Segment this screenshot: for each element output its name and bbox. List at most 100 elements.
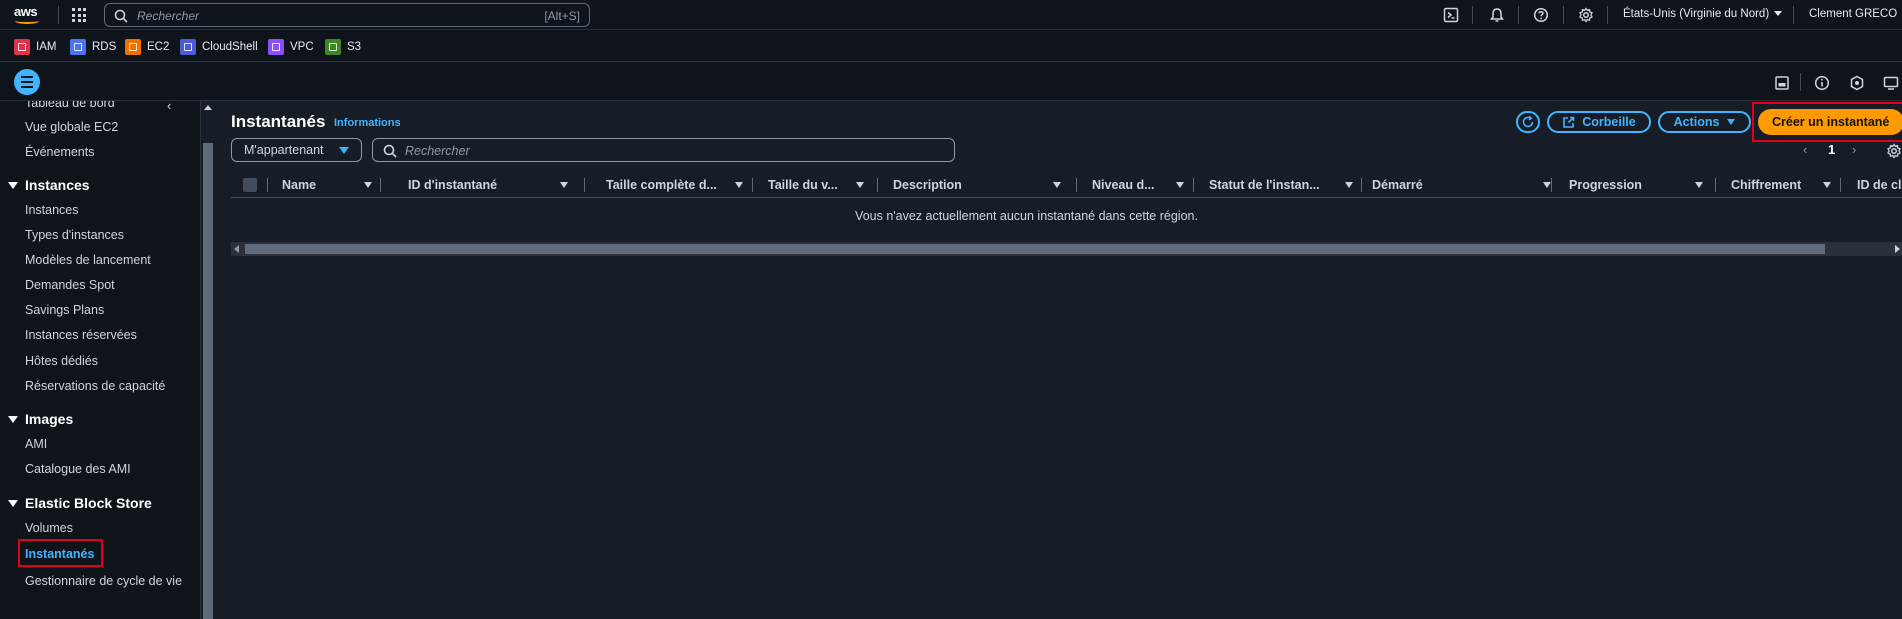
column-header-tier[interactable]: Niveau d... [1092,172,1184,198]
panel-icon[interactable] [1774,75,1790,91]
recycle-bin-button[interactable]: Corbeille [1547,111,1651,133]
scrollbar-thumb[interactable] [203,143,213,619]
rds-icon [70,39,86,55]
info-icon[interactable] [1814,75,1830,91]
owner-filter-select[interactable]: M'appartenant [231,138,362,162]
search-icon [383,144,397,158]
bell-icon[interactable] [1489,7,1505,23]
sort-icon [1345,182,1353,188]
sidebar-section-ebs[interactable]: Elastic Block Store [8,495,152,511]
favorite-label: CloudShell [202,41,258,53]
sidebar-scrollbar[interactable] [200,101,215,619]
next-page-icon[interactable]: › [1852,142,1856,157]
cloudshell-icon[interactable] [1443,7,1459,23]
display-settings-icon[interactable] [1883,75,1899,91]
favorite-cloudshell[interactable]: CloudShell [180,39,258,55]
sidebar-item-capacity-reservations[interactable]: Réservations de capacité [25,379,165,393]
scrollbar-thumb[interactable] [245,244,1825,254]
menu-toggle-button[interactable] [14,69,40,95]
column-header-snapshot-status[interactable]: Statut de l'instan... [1209,172,1359,198]
sort-icon [856,182,864,188]
column-header-name[interactable]: Name [282,172,372,198]
favorites-bar: IAM RDS EC2 CloudShell VPC S3 [0,30,1902,62]
favorite-rds[interactable]: RDS [70,39,116,55]
table-header: Name ID d'instantané Taille complète d..… [231,172,1902,198]
column-header-volume-size[interactable]: Taille du v... [768,172,878,198]
aws-smile-icon [15,18,39,24]
sort-icon [735,182,743,188]
search-placeholder: Rechercher [137,9,200,23]
snapshot-search-input[interactable]: Rechercher [372,138,955,162]
table-horizontal-scrollbar[interactable] [231,242,1902,256]
search-shortcut: [Alt+S] [544,9,580,23]
empty-table-message: Vous n'avez actuellement aucun instantan… [855,209,1198,223]
scroll-right-arrow-icon[interactable] [1895,245,1900,253]
sidebar-item-dedicated-hosts[interactable]: Hôtes dédiés [25,354,98,368]
sort-icon [1823,182,1831,188]
column-header-full-size[interactable]: Taille complète d... [606,172,746,198]
divider [58,6,59,24]
favorite-label: EC2 [147,41,170,53]
favorite-iam[interactable]: IAM [14,39,56,55]
sidebar-item-savings-plans[interactable]: Savings Plans [25,303,104,317]
previous-page-icon[interactable]: ‹ [1803,142,1807,157]
sidebar-item-ami[interactable]: AMI [25,437,47,451]
caret-down-icon [8,182,18,189]
favorite-ec2[interactable]: EC2 [125,39,169,55]
recycle-bin-label: Corbeille [1582,115,1636,129]
scroll-left-arrow-icon[interactable] [234,245,239,253]
sidebar-item-lifecycle-manager[interactable]: Gestionnaire de cycle de vie [25,572,185,590]
s3-icon [325,39,341,55]
favorite-label: S3 [347,41,362,53]
sidebar-item-ec2-global-view[interactable]: Vue globale EC2 [25,120,118,134]
account-menu[interactable]: Clement GRECO [1809,8,1902,20]
sidebar-section-instances[interactable]: Instances [8,177,90,193]
highlight-box [1752,102,1902,142]
sidebar-item-dashboard[interactable]: Tableau de bord [25,101,115,110]
services-grid-icon[interactable] [72,8,86,22]
user-name: Clement GRECO [1809,8,1898,20]
aws-logo[interactable]: aws [14,5,44,27]
region-selector[interactable]: États-Unis (Virginie du Nord) [1623,8,1783,20]
favorite-vpc[interactable]: VPC [268,39,314,55]
column-header-progress[interactable]: Progression [1569,172,1719,198]
favorite-s3[interactable]: S3 [325,39,361,55]
security-icon[interactable] [1849,75,1865,91]
refresh-button[interactable] [1516,111,1540,133]
favorite-label: VPC [290,41,314,53]
sidebar-item-volumes[interactable]: Volumes [25,521,73,535]
sidebar-section-images[interactable]: Images [8,411,73,427]
sidebar-item-instances[interactable]: Instances [25,203,79,217]
sort-icon [364,182,372,188]
sort-icon [1543,182,1551,188]
help-icon[interactable] [1533,7,1549,23]
column-header-description[interactable]: Description [893,172,1073,198]
actions-dropdown-button[interactable]: Actions [1658,111,1751,133]
scroll-up-arrow-icon[interactable] [204,105,212,110]
sort-icon [1053,182,1061,188]
owner-filter-value: M'appartenant [244,143,324,157]
settings-gear-icon[interactable] [1578,7,1594,23]
sidebar-item-ami-catalog[interactable]: Catalogue des AMI [25,462,131,476]
select-all-checkbox[interactable] [243,178,257,192]
top-navigation: aws Rechercher [Alt+S] États-Unis (Virgi… [0,0,1902,30]
actions-label: Actions [1673,115,1720,129]
column-header-snapshot-id[interactable]: ID d'instantané [408,172,568,198]
column-header-started[interactable]: Démarré [1372,172,1562,198]
sidebar-item-instance-types[interactable]: Types d'instances [25,228,124,242]
ec2-icon [125,39,141,55]
favorite-label: RDS [92,41,117,53]
current-page-number[interactable]: 1 [1828,142,1835,157]
sidebar-item-launch-templates[interactable]: Modèles de lancement [25,253,151,267]
page-title: Instantanés [231,112,326,131]
column-header-key-id[interactable]: ID de cl [1857,172,1902,198]
collapse-chevron-icon[interactable]: ‹ [167,98,171,113]
info-link[interactable]: Informations [334,117,401,129]
sidebar-item-events[interactable]: Événements [25,145,94,159]
sidebar-item-spot-requests[interactable]: Demandes Spot [25,278,115,292]
global-search-input[interactable]: Rechercher [Alt+S] [104,3,590,27]
sidebar-item-reserved-instances[interactable]: Instances réservées [25,328,137,342]
table-settings-gear-icon[interactable] [1886,143,1902,159]
column-header-encryption[interactable]: Chiffrement [1731,172,1841,198]
sort-icon [560,182,568,188]
